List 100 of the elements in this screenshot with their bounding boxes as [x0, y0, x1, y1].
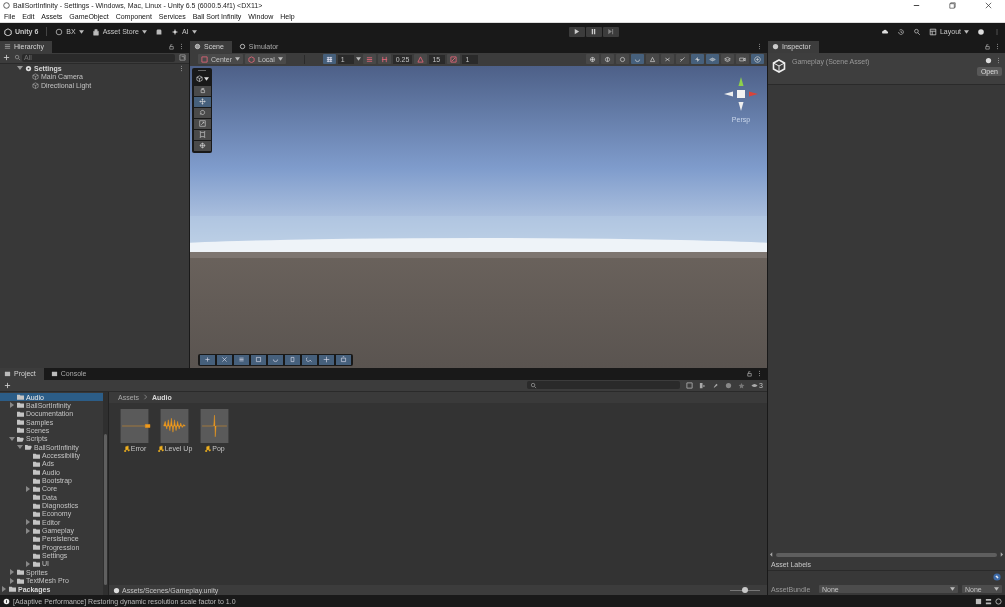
view-toggle[interactable] [646, 54, 659, 65]
more-icon[interactable] [994, 43, 1001, 51]
scroll-left-icon[interactable] [770, 552, 773, 557]
grid-toggle[interactable] [322, 54, 336, 65]
tool-button[interactable] [193, 85, 211, 96]
logo-icon [4, 27, 12, 36]
overlay-tool-icon [238, 356, 245, 364]
view-option-icon [724, 55, 731, 63]
sparkle-icon [170, 27, 179, 36]
lock-icon[interactable] [746, 370, 753, 378]
move-snap-toggle[interactable] [377, 54, 391, 65]
search-icon[interactable] [912, 27, 921, 36]
pause-button[interactable] [585, 26, 602, 37]
snap-toggle[interactable] [362, 54, 376, 65]
overlay-button[interactable] [268, 354, 283, 365]
view-toggle[interactable] [736, 54, 749, 65]
search-icon [530, 381, 538, 389]
lock-icon[interactable] [168, 43, 175, 51]
expand-arrow-icon[interactable] [25, 561, 31, 567]
tool-icon [198, 131, 206, 139]
close-icon[interactable] [984, 1, 993, 10]
view-toggle[interactable] [751, 54, 764, 65]
history-icon[interactable] [896, 27, 905, 36]
tool-button[interactable] [193, 140, 211, 151]
add-icon[interactable] [4, 381, 11, 389]
layout-icon [928, 27, 937, 36]
caret-icon[interactable] [355, 57, 361, 62]
overlay-button[interactable] [336, 354, 351, 365]
view-toggle[interactable] [721, 54, 734, 65]
view-toggle[interactable] [691, 54, 704, 65]
view-toggle[interactable] [661, 54, 674, 65]
eye-icon[interactable] [751, 381, 759, 389]
more-icon[interactable] [178, 64, 185, 72]
view-toggle[interactable] [706, 54, 719, 65]
more-icon[interactable] [178, 43, 185, 51]
scene-icon [25, 64, 32, 72]
overlay-button[interactable] [251, 354, 266, 365]
star-icon[interactable] [738, 381, 746, 389]
view-toggle[interactable] [586, 54, 599, 65]
view-option-icon [694, 55, 701, 63]
bag-icon [91, 27, 100, 36]
tab-icon [50, 370, 58, 378]
search-field[interactable] [527, 381, 681, 390]
overlay-button[interactable] [319, 354, 334, 365]
caret-icon[interactable] [203, 76, 209, 81]
expand-arrow-icon[interactable] [25, 519, 31, 526]
expand-arrow-icon[interactable] [17, 444, 23, 451]
rotate-snap-toggle[interactable] [414, 54, 428, 65]
snap-icon [365, 55, 373, 63]
expand-arrow-icon[interactable] [17, 65, 23, 72]
scale-snap-toggle[interactable] [447, 54, 461, 65]
overlay-button[interactable] [302, 354, 317, 365]
restore-icon[interactable] [948, 1, 957, 10]
rotate-snap-icon [417, 55, 425, 63]
tag-icon[interactable] [993, 573, 1001, 581]
audio-icon [122, 444, 130, 452]
expand-arrow-icon[interactable] [25, 527, 31, 534]
step-button[interactable] [602, 26, 619, 37]
drag-handle-icon[interactable] [196, 68, 208, 72]
play-button[interactable] [568, 26, 585, 37]
add-icon[interactable] [3, 54, 10, 62]
tool-button[interactable] [193, 96, 211, 107]
expand-arrow-icon[interactable] [9, 569, 15, 576]
more-icon[interactable] [756, 370, 763, 378]
search-icon [14, 54, 21, 62]
zoom-slider-thumb[interactable] [742, 587, 748, 593]
lock-icon[interactable] [984, 43, 991, 51]
tool-icon [198, 120, 206, 128]
overlay-button[interactable] [285, 354, 300, 365]
expand-arrow-icon[interactable] [25, 485, 31, 492]
view-toggle[interactable] [616, 54, 629, 65]
overlay-button[interactable] [234, 354, 249, 365]
tool-button[interactable] [193, 129, 211, 140]
expand-arrow-icon[interactable] [9, 402, 15, 409]
tool-button[interactable] [193, 107, 211, 118]
view-option-icon [664, 55, 671, 63]
cube-icon [248, 55, 255, 63]
play-icon [573, 28, 581, 36]
more-icon[interactable] [756, 43, 763, 51]
overlay-button[interactable] [200, 354, 215, 365]
scrollbar-thumb[interactable] [776, 552, 997, 557]
scrollbar-thumb[interactable] [104, 433, 107, 585]
view-toggle[interactable] [601, 54, 614, 65]
expand-arrow-icon[interactable] [9, 435, 15, 442]
tool-button[interactable] [193, 118, 211, 129]
view-option-icon [604, 55, 611, 63]
scroll-right-icon[interactable] [1000, 552, 1003, 557]
caret-icon [235, 57, 240, 62]
cube-icon[interactable] [195, 75, 203, 83]
tool-icon [198, 109, 206, 117]
expand-arrow-icon[interactable] [9, 577, 15, 584]
audio-icon [156, 444, 164, 452]
expand-arrow-icon[interactable] [1, 586, 7, 592]
type-filter-icon[interactable] [699, 381, 707, 389]
tab-icon [238, 43, 246, 51]
caret-icon [277, 57, 283, 62]
view-toggle[interactable] [631, 54, 644, 65]
view-toggle[interactable] [676, 54, 689, 65]
overlay-button[interactable] [217, 354, 232, 365]
caret-icon [950, 587, 955, 591]
